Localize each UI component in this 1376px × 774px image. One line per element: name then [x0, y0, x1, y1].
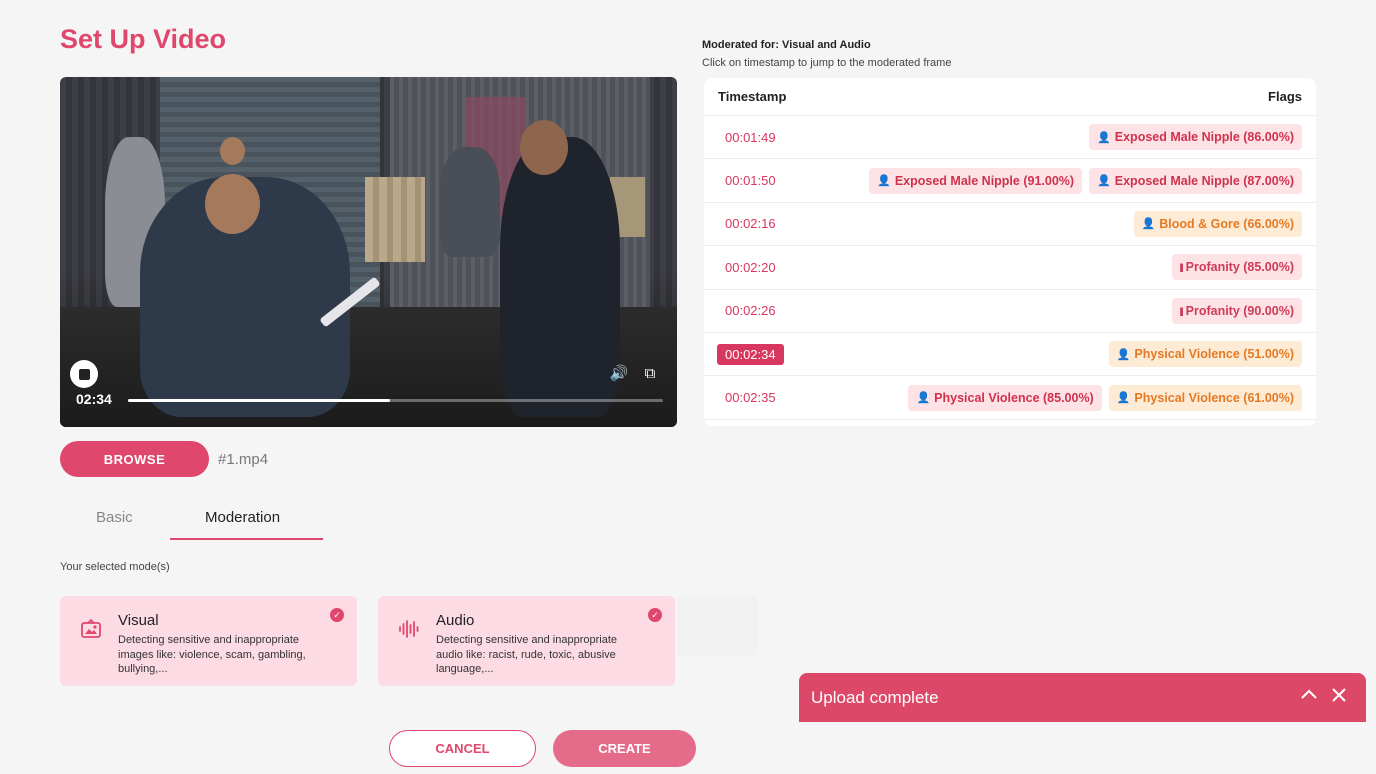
mode-name: Visual: [118, 612, 159, 629]
table-row: 00:01:49 👤 Exposed Male Nipple (86.00%): [704, 116, 1316, 160]
page-title: Set Up Video: [60, 24, 227, 54]
current-time: 02:34: [76, 391, 112, 407]
modes-label: Your selected mode(s): [60, 561, 170, 573]
flag-list: |||| Profanity (85.00%): [1171, 254, 1302, 281]
person-icon: 👤: [1141, 218, 1156, 231]
chevron-up-icon[interactable]: [1297, 685, 1321, 711]
browse-button[interactable]: BROWSE: [60, 441, 209, 477]
flag-badge: 👤 Physical Violence (51.00%): [1108, 341, 1302, 368]
check-icon: ✓: [330, 608, 344, 622]
timestamp-link[interactable]: 00:02:35: [717, 387, 784, 408]
timestamp-link[interactable]: 00:01:49: [717, 127, 784, 148]
person-icon: 👤: [1097, 175, 1111, 188]
mode-description: Detecting sensitive and inappropriate au…: [436, 634, 618, 675]
waveform-icon: ||||: [1179, 305, 1184, 316]
waveform-icon: [398, 618, 420, 640]
flag-label: Profanity (90.00%): [1185, 303, 1294, 318]
table-row: 00:01:50 👤 Exposed Male Nipple (91.00%) 👤 Ex…: [704, 159, 1316, 203]
external-link-icon[interactable]: ⧉: [640, 364, 660, 384]
flag-badge: 👤 Physical Violence (61.00%): [1108, 384, 1302, 411]
flag-badge: 👤 Blood & Gore (66.00%): [1133, 210, 1302, 237]
waveform-icon: ||||: [1179, 262, 1184, 273]
person-icon: 👤: [877, 175, 891, 188]
flag-label: Physical Violence (61.00%): [1134, 390, 1294, 405]
ghost-overlay: [678, 596, 758, 656]
video-frame-figure: [500, 137, 620, 417]
table-row: 00:02:34 👤 Physical Violence (51.00%): [704, 333, 1316, 377]
mode-card-audio[interactable]: Audio Detecting sensitive and inappropri…: [378, 596, 675, 686]
create-button[interactable]: CREATE: [553, 730, 696, 767]
column-header-flags: Flags: [1268, 89, 1302, 104]
volume-icon[interactable]: 🔊: [609, 364, 629, 384]
active-tab-indicator: [170, 538, 323, 540]
table-row: 00:02:16 👤 Blood & Gore (66.00%): [704, 203, 1316, 247]
video-frame-figure: [220, 137, 245, 165]
flag-badge: |||| Profanity (90.00%): [1171, 297, 1302, 324]
flag-badge: 👤 Exposed Male Nipple (91.00%): [869, 167, 1083, 194]
seek-bar[interactable]: [128, 399, 663, 402]
video-frame-figure: [205, 174, 260, 234]
timestamp-link[interactable]: 00:02:20: [717, 257, 784, 278]
flag-label: Physical Violence (51.00%): [1134, 347, 1294, 362]
flag-list: 👤 Exposed Male Nipple (91.00%) 👤 Exposed Ma…: [869, 167, 1302, 194]
flag-list: 👤 Exposed Male Nipple (86.00%): [1089, 124, 1302, 151]
close-icon[interactable]: [1327, 685, 1351, 711]
video-frame-figure: [520, 120, 568, 175]
moderation-table: Timestamp Flags 00:01:49 👤 Exposed Male Ni…: [704, 78, 1316, 426]
person-icon: 👤: [1116, 392, 1131, 405]
mode-card-visual[interactable]: Visual Detecting sensitive and inappropr…: [60, 596, 357, 686]
stop-button[interactable]: [70, 360, 98, 388]
mode-description: Detecting sensitive and inappropriate im…: [118, 634, 306, 675]
table-row: 00:02:26 |||| Profanity (90.00%): [704, 290, 1316, 333]
mode-name: Audio: [436, 612, 475, 629]
column-header-timestamp: Timestamp: [718, 89, 787, 104]
flag-badge: 👤 Exposed Male Nipple (87.00%): [1089, 167, 1302, 194]
video-player[interactable]: 🔊 ⧉ 02:34: [60, 77, 677, 427]
flag-badge: 👤 Physical Violence (85.00%): [908, 384, 1102, 411]
image-icon: [80, 618, 102, 640]
seek-bar-progress: [128, 399, 391, 402]
flag-list: 👤 Physical Violence (51.00%): [1108, 341, 1302, 368]
flag-list: |||| Profanity (90.00%): [1171, 297, 1302, 324]
timestamp-link[interactable]: 00:02:26: [717, 300, 784, 321]
upload-toast: Upload complete: [799, 673, 1366, 722]
cancel-button[interactable]: CANCEL: [389, 730, 536, 767]
flag-list: 👤 Physical Violence (85.00%) 👤 Physical Vio…: [908, 384, 1302, 411]
person-icon: 👤: [1097, 131, 1111, 144]
flag-badge: 👤 Exposed Male Nipple (86.00%): [1089, 124, 1302, 151]
flag-label: Blood & Gore (66.00%): [1159, 216, 1294, 231]
flag-label: Profanity (85.00%): [1185, 260, 1294, 275]
flag-label: Exposed Male Nipple (86.00%): [1114, 130, 1294, 145]
video-frame-crate: [365, 177, 425, 262]
flag-badge: |||| Profanity (85.00%): [1171, 254, 1302, 281]
toast-message: Upload complete: [811, 688, 939, 707]
file-name: #1.mp4: [218, 451, 269, 468]
tab-basic[interactable]: Basic: [96, 509, 133, 526]
table-row: 00:02:20 |||| Profanity (85.00%): [704, 246, 1316, 290]
video-frame-figure: [440, 147, 500, 257]
table-header: Timestamp Flags: [704, 78, 1316, 116]
table-body: 00:01:49 👤 Exposed Male Nipple (86.00%) 00:…: [704, 116, 1316, 420]
stop-icon: [78, 368, 90, 380]
check-icon: ✓: [648, 608, 662, 622]
flag-list: 👤 Blood & Gore (66.00%): [1133, 210, 1302, 237]
tab-moderation[interactable]: Moderation: [205, 509, 280, 526]
timestamp-link[interactable]: 00:01:50: [717, 170, 784, 191]
moderation-subtitle: Click on timestamp to jump to the modera…: [702, 57, 952, 69]
flag-label: Exposed Male Nipple (87.00%): [1114, 173, 1294, 188]
table-row: 00:02:35 👤 Physical Violence (85.00%) 👤 Phys…: [704, 376, 1316, 420]
moderation-title: Moderated for: Visual and Audio: [702, 39, 871, 51]
flag-label: Exposed Male Nipple (91.00%): [894, 173, 1075, 188]
timestamp-link[interactable]: 00:02:34: [717, 343, 784, 365]
timestamp-link[interactable]: 00:02:16: [717, 213, 784, 234]
flag-label: Physical Violence (85.00%): [934, 390, 1094, 405]
person-icon: 👤: [916, 392, 931, 405]
person-icon: 👤: [1116, 348, 1131, 361]
